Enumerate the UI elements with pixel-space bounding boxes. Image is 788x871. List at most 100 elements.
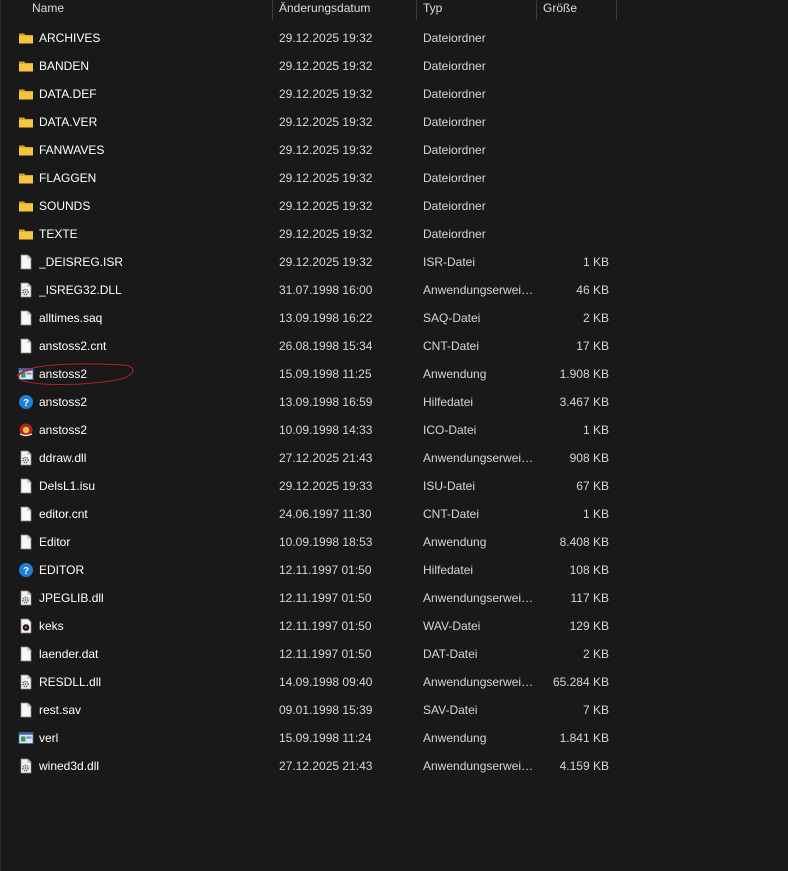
file-row[interactable]: anstoss2 15.09.1998 11:25 Anwendung 1.908 K… — [12, 360, 622, 388]
file-type: Dateiordner — [423, 171, 486, 185]
file-size: 7 KB — [582, 703, 609, 717]
ico-icon — [18, 422, 34, 438]
file-type: CNT-Datei — [423, 507, 480, 521]
file-size — [539, 136, 609, 164]
file-row[interactable]: RESDLL.dll 14.09.1998 09:40 Anwendungserwe… — [12, 668, 622, 696]
file-name: ddraw.dll — [39, 451, 87, 465]
file-date: 31.07.1998 16:00 — [279, 283, 373, 297]
file-size — [539, 108, 609, 136]
file-size: 129 KB — [569, 619, 609, 633]
file-row[interactable]: _ISREG32.DLL 31.07.1998 16:00 Anwendungser… — [12, 276, 622, 304]
file-size — [539, 220, 609, 248]
file-icon — [18, 254, 34, 270]
file-row[interactable]: DATA.VER 29.12.2025 19:32 Dateiordner — [12, 108, 622, 136]
file-row[interactable]: ? anstoss2 13.09.1998 16:59 Hilfedatei 3.467… — [12, 388, 622, 416]
column-divider[interactable] — [616, 0, 617, 20]
file-row[interactable]: anstoss2 10.09.1998 14:33 ICO-Datei 1 KB — [12, 416, 622, 444]
folder-icon — [18, 58, 34, 74]
file-type: Anwendungserweiterung — [423, 759, 535, 773]
file-type: Hilfedatei — [423, 563, 474, 577]
file-date: 29.12.2025 19:32 — [279, 115, 373, 129]
file-icon — [18, 702, 34, 718]
column-header-date[interactable]: Änderungsdatum — [273, 0, 416, 20]
file-row[interactable]: keks 12.11.1997 01:50 WAV-Datei 129 KB — [12, 612, 622, 640]
column-header-type[interactable]: Typ — [417, 0, 536, 20]
file-type: Anwendungserweiterung — [423, 283, 535, 297]
file-date: 12.11.1997 01:50 — [279, 591, 372, 605]
folder-icon — [18, 226, 34, 242]
folder-icon — [18, 142, 34, 158]
file-name: FLAGGEN — [39, 171, 97, 185]
file-row[interactable]: SOUNDS 29.12.2025 19:32 Dateiordner — [12, 192, 622, 220]
file-name: DelsL1.isu — [39, 479, 96, 493]
file-type: DAT-Datei — [423, 647, 478, 661]
file-row[interactable]: ARCHIVES 29.12.2025 19:32 Dateiordner — [12, 24, 622, 52]
file-date: 15.09.1998 11:25 — [279, 367, 372, 381]
file-name: ARCHIVES — [39, 31, 101, 45]
file-type: Dateiordner — [423, 31, 486, 45]
help-icon: ? — [18, 394, 34, 410]
file-date: 29.12.2025 19:32 — [279, 255, 373, 269]
file-row[interactable]: rest.sav 09.01.1998 15:39 SAV-Datei 7 KB — [12, 696, 622, 724]
file-row[interactable]: DelsL1.isu 29.12.2025 19:33 ISU-Datei 67 KB — [12, 472, 622, 500]
audio-icon — [18, 618, 34, 634]
file-icon — [18, 534, 34, 550]
file-row[interactable]: Editor 10.09.1998 18:53 Anwendung 8.408 KB — [12, 528, 622, 556]
file-date: 29.12.2025 19:32 — [279, 227, 373, 241]
file-row[interactable]: editor.cnt 24.06.1997 11:30 CNT-Datei 1 KB — [12, 500, 622, 528]
file-icon — [18, 478, 34, 494]
file-row[interactable]: BANDEN 29.12.2025 19:32 Dateiordner — [12, 52, 622, 80]
file-size: 117 KB — [570, 591, 609, 605]
file-size: 1 KB — [582, 423, 609, 437]
file-type: WAV-Datei — [423, 619, 481, 633]
file-icon — [18, 310, 34, 326]
file-name: TEXTE — [39, 227, 78, 241]
file-row[interactable]: _DEISREG.ISR 29.12.2025 19:32 ISR-Datei 1 K… — [12, 248, 622, 276]
file-row[interactable]: wined3d.dll 27.12.2025 21:43 Anwendungserw… — [12, 752, 622, 780]
file-row[interactable]: ? EDITOR 12.11.1997 01:50 Hilfedatei 108 KB — [12, 556, 622, 584]
file-row[interactable]: laender.dat 12.11.1997 01:50 DAT-Datei 2 KB — [12, 640, 622, 668]
file-row[interactable]: DATA.DEF 29.12.2025 19:32 Dateiordner — [12, 80, 622, 108]
file-size: 3.467 KB — [559, 395, 609, 409]
file-size: 1.841 KB — [559, 731, 609, 745]
file-row[interactable]: TEXTE 29.12.2025 19:32 Dateiordner — [12, 220, 622, 248]
file-type: Dateiordner — [423, 115, 486, 129]
file-date: 29.12.2025 19:32 — [279, 199, 373, 213]
file-type: Dateiordner — [423, 199, 486, 213]
file-size: 4.159 KB — [559, 759, 609, 773]
file-size: 8.408 KB — [559, 535, 609, 549]
file-date: 24.06.1997 11:30 — [279, 507, 372, 521]
column-header-size[interactable]: Größe — [537, 0, 616, 20]
file-date: 12.11.1997 01:50 — [279, 647, 372, 661]
file-type: ISR-Datei — [423, 255, 476, 269]
file-type: Anwendung — [423, 367, 487, 381]
file-row[interactable]: verl 15.09.1998 11:24 Anwendung 1.841 KB — [12, 724, 622, 752]
file-name: editor.cnt — [39, 507, 88, 521]
column-header-name[interactable]: Name — [26, 0, 272, 20]
file-name: keks — [39, 619, 64, 633]
file-icon — [18, 506, 34, 522]
file-type: Dateiordner — [423, 59, 486, 73]
file-date: 09.01.1998 15:39 — [279, 703, 373, 717]
file-size: 1 KB — [582, 507, 609, 521]
file-row[interactable]: FANWAVES 29.12.2025 19:32 Dateiordner — [12, 136, 622, 164]
folder-icon — [18, 198, 34, 214]
file-row[interactable]: anstoss2.cnt 26.08.1998 15:34 CNT-Datei 17 … — [12, 332, 622, 360]
file-row[interactable]: alltimes.saq 13.09.1998 16:22 SAQ-Datei 2 K… — [12, 304, 622, 332]
dll-icon — [18, 282, 34, 298]
file-type: Dateiordner — [423, 227, 486, 241]
file-size — [539, 80, 609, 108]
file-name: DATA.VER — [39, 115, 98, 129]
folder-icon — [18, 114, 34, 130]
file-row[interactable]: JPEGLIB.dll 12.11.1997 01:50 Anwendungserw… — [12, 584, 622, 612]
file-date: 10.09.1998 14:33 — [279, 423, 373, 437]
file-date: 10.09.1998 18:53 — [279, 535, 373, 549]
file-date: 29.12.2025 19:32 — [279, 59, 373, 73]
file-row[interactable]: FLAGGEN 29.12.2025 19:32 Dateiordner — [12, 164, 622, 192]
file-size: 65.284 KB — [552, 675, 609, 689]
file-size: 46 KB — [576, 283, 609, 297]
file-date: 29.12.2025 19:32 — [279, 171, 373, 185]
file-type: Anwendungserweiterung — [423, 451, 535, 465]
file-type: Anwendung — [423, 731, 487, 745]
file-row[interactable]: ddraw.dll 27.12.2025 21:43 Anwendungserwei… — [12, 444, 622, 472]
